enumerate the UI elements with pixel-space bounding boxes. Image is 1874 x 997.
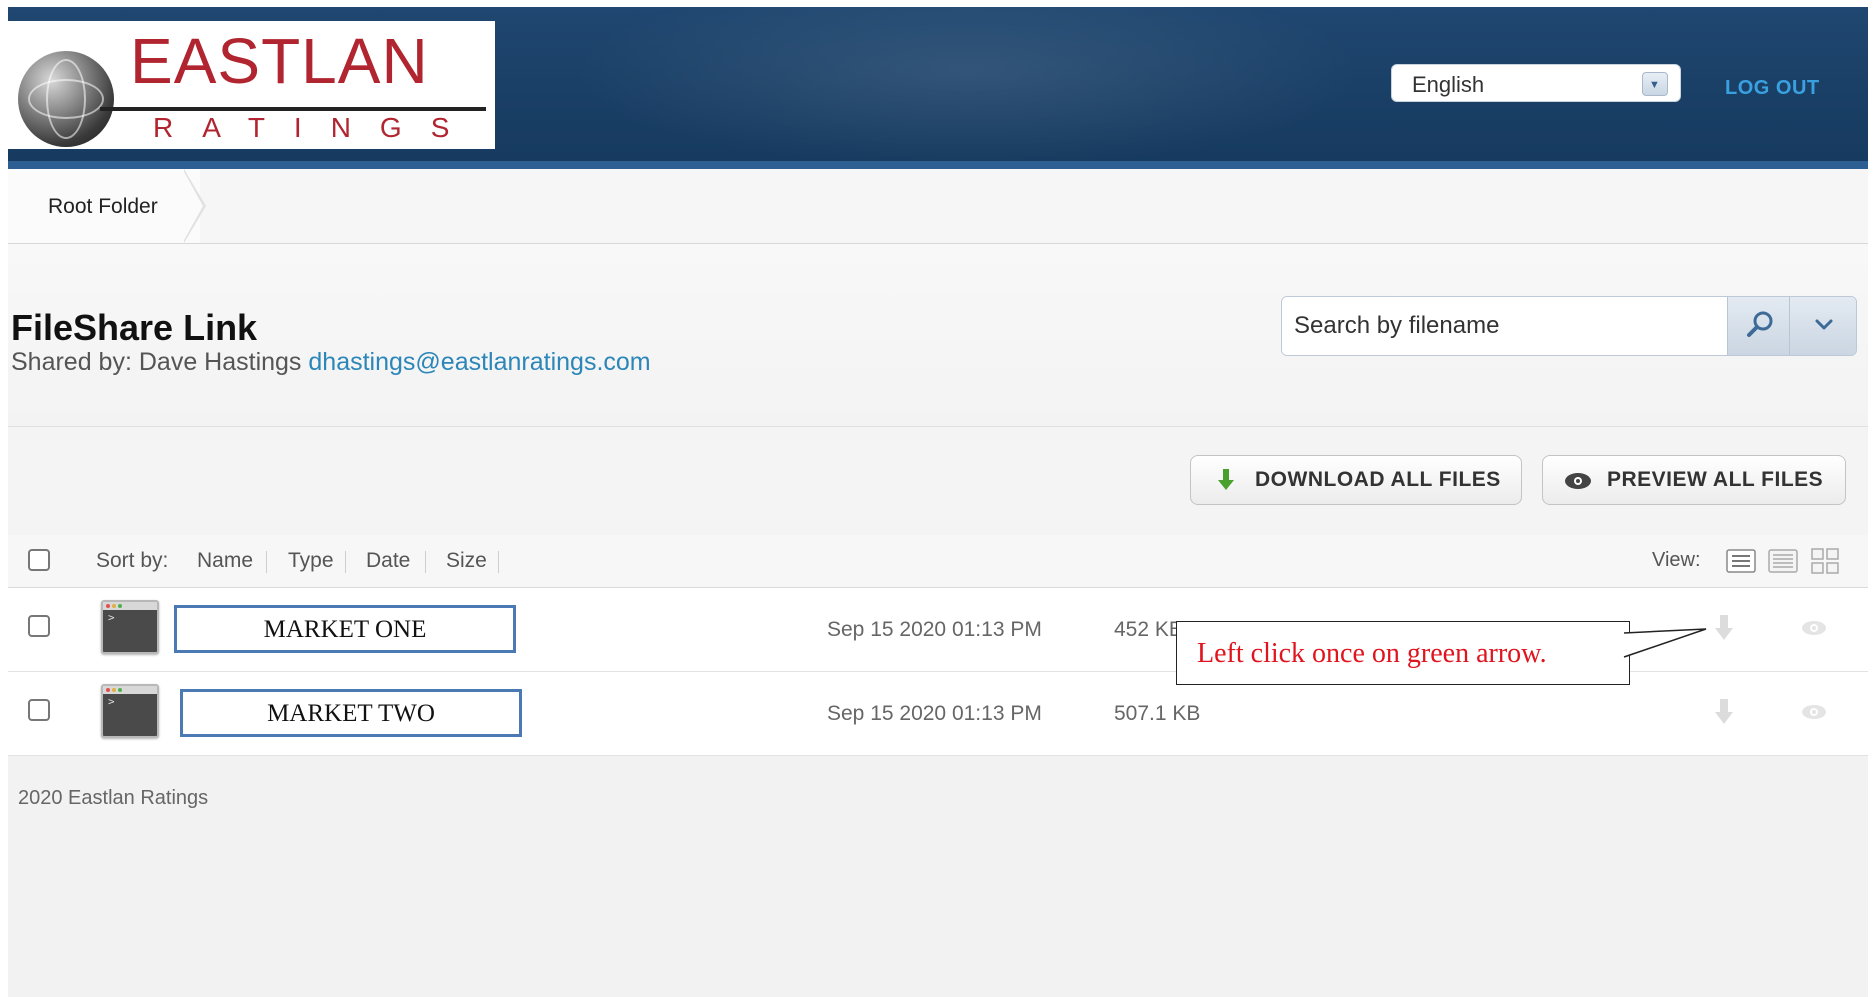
- logo-rule: [100, 107, 486, 111]
- globe-parallel: [46, 59, 86, 139]
- file-icon-dot: [112, 688, 116, 692]
- view-label: View:: [1652, 549, 1701, 571]
- breadcrumb-root-label: Root Folder: [48, 195, 158, 218]
- page-title: FileShare Link: [11, 307, 258, 348]
- logo-subtitle: RATINGS: [153, 112, 479, 143]
- header-sheen: [568, 7, 1368, 169]
- shared-by: Shared by: Dave Hastings dhastings@eastl…: [11, 348, 651, 377]
- file-icon-dot: [118, 604, 122, 608]
- footer-copyright: 2020 Eastlan Ratings: [18, 787, 209, 809]
- sort-divider: [266, 551, 267, 573]
- download-arrow-icon[interactable]: [1714, 697, 1734, 727]
- search-box: [1281, 296, 1857, 356]
- header-band: [8, 161, 1868, 169]
- select-all-checkbox[interactable]: [28, 549, 50, 571]
- language-select[interactable]: English ▼: [1391, 64, 1681, 102]
- shared-by-text: Shared by: Dave Hastings: [11, 348, 302, 376]
- page: EASTLAN RATINGS English ▼ LOG OUT Root F…: [8, 7, 1868, 997]
- breadcrumb: Root Folder: [8, 169, 1868, 244]
- download-arrow-icon[interactable]: [1714, 613, 1734, 643]
- preview-all-label: PREVIEW ALL FILES: [1607, 468, 1824, 491]
- sort-date[interactable]: Date: [366, 549, 410, 573]
- preview-eye-icon[interactable]: [1800, 618, 1828, 638]
- file-icon-dot: [118, 688, 122, 692]
- download-arrow-icon: [1218, 469, 1234, 490]
- list-view-icon[interactable]: [1726, 547, 1756, 575]
- sharer-email-link[interactable]: dhastings@eastlanratings.com: [308, 348, 650, 376]
- file-name[interactable]: MARKET ONE: [174, 605, 516, 653]
- file-icon-prompt: >: [108, 611, 115, 624]
- terminal-file-icon: >: [101, 600, 159, 654]
- language-dropdown-button[interactable]: ▼: [1642, 72, 1668, 96]
- language-value: English: [1412, 72, 1485, 97]
- details-view-icon[interactable]: [1768, 547, 1798, 575]
- preview-eye-icon[interactable]: [1800, 702, 1828, 722]
- top-header: EASTLAN RATINGS English ▼ LOG OUT: [8, 7, 1868, 169]
- list-header: Sort by: Name Type Date Size View:: [8, 535, 1868, 588]
- title-area: FileShare Link Shared by: Dave Hastings …: [8, 244, 1868, 427]
- download-all-button[interactable]: DOWNLOAD ALL FILES: [1190, 455, 1522, 505]
- callout-text: Left click once on green arrow.: [1197, 638, 1547, 669]
- file-icon-dot: [106, 688, 110, 692]
- file-size: 507.1 KB: [1114, 702, 1201, 725]
- search-options-button[interactable]: [1789, 297, 1856, 355]
- sort-name[interactable]: Name: [197, 549, 253, 573]
- sort-size[interactable]: Size: [446, 549, 487, 573]
- file-icon-dot: [106, 604, 110, 608]
- chevron-down-icon: ▼: [1649, 79, 1660, 91]
- file-date: Sep 15 2020 01:13 PM: [827, 618, 1042, 641]
- search-input[interactable]: [1282, 297, 1727, 355]
- eye-icon: [1565, 473, 1591, 489]
- terminal-file-icon: >: [101, 684, 159, 738]
- file-checkbox[interactable]: [28, 699, 50, 721]
- callout-pointer: [1622, 628, 1707, 658]
- file-name[interactable]: MARKET TWO: [180, 689, 522, 737]
- file-size: 452 KB: [1114, 618, 1183, 641]
- chevron-down-icon: [1815, 319, 1833, 330]
- logout-link[interactable]: LOG OUT: [1725, 77, 1820, 100]
- instruction-callout: Left click once on green arrow.: [1176, 621, 1630, 685]
- sort-by-label: Sort by:: [96, 549, 169, 572]
- search-icon: [1747, 311, 1773, 337]
- eastlan-logo[interactable]: EASTLAN RATINGS: [8, 21, 495, 149]
- breadcrumb-root[interactable]: Root Folder: [8, 169, 200, 243]
- action-bar: DOWNLOAD ALL FILES PREVIEW ALL FILES: [8, 427, 1868, 536]
- globe-icon: [18, 51, 114, 147]
- file-icon-dot: [112, 604, 116, 608]
- file-icon-prompt: >: [108, 695, 115, 708]
- logo-word: EASTLAN: [130, 25, 429, 97]
- sort-divider: [498, 551, 499, 573]
- file-date: Sep 15 2020 01:13 PM: [827, 702, 1042, 725]
- sort-type[interactable]: Type: [288, 549, 334, 573]
- sort-divider: [425, 551, 426, 573]
- breadcrumb-chevron-fill: [183, 170, 203, 242]
- search-button[interactable]: [1727, 297, 1789, 355]
- download-all-label: DOWNLOAD ALL FILES: [1255, 468, 1501, 491]
- grid-view-icon[interactable]: [1810, 547, 1840, 575]
- preview-all-button[interactable]: PREVIEW ALL FILES: [1542, 455, 1846, 505]
- sort-divider: [345, 551, 346, 573]
- file-checkbox[interactable]: [28, 615, 50, 637]
